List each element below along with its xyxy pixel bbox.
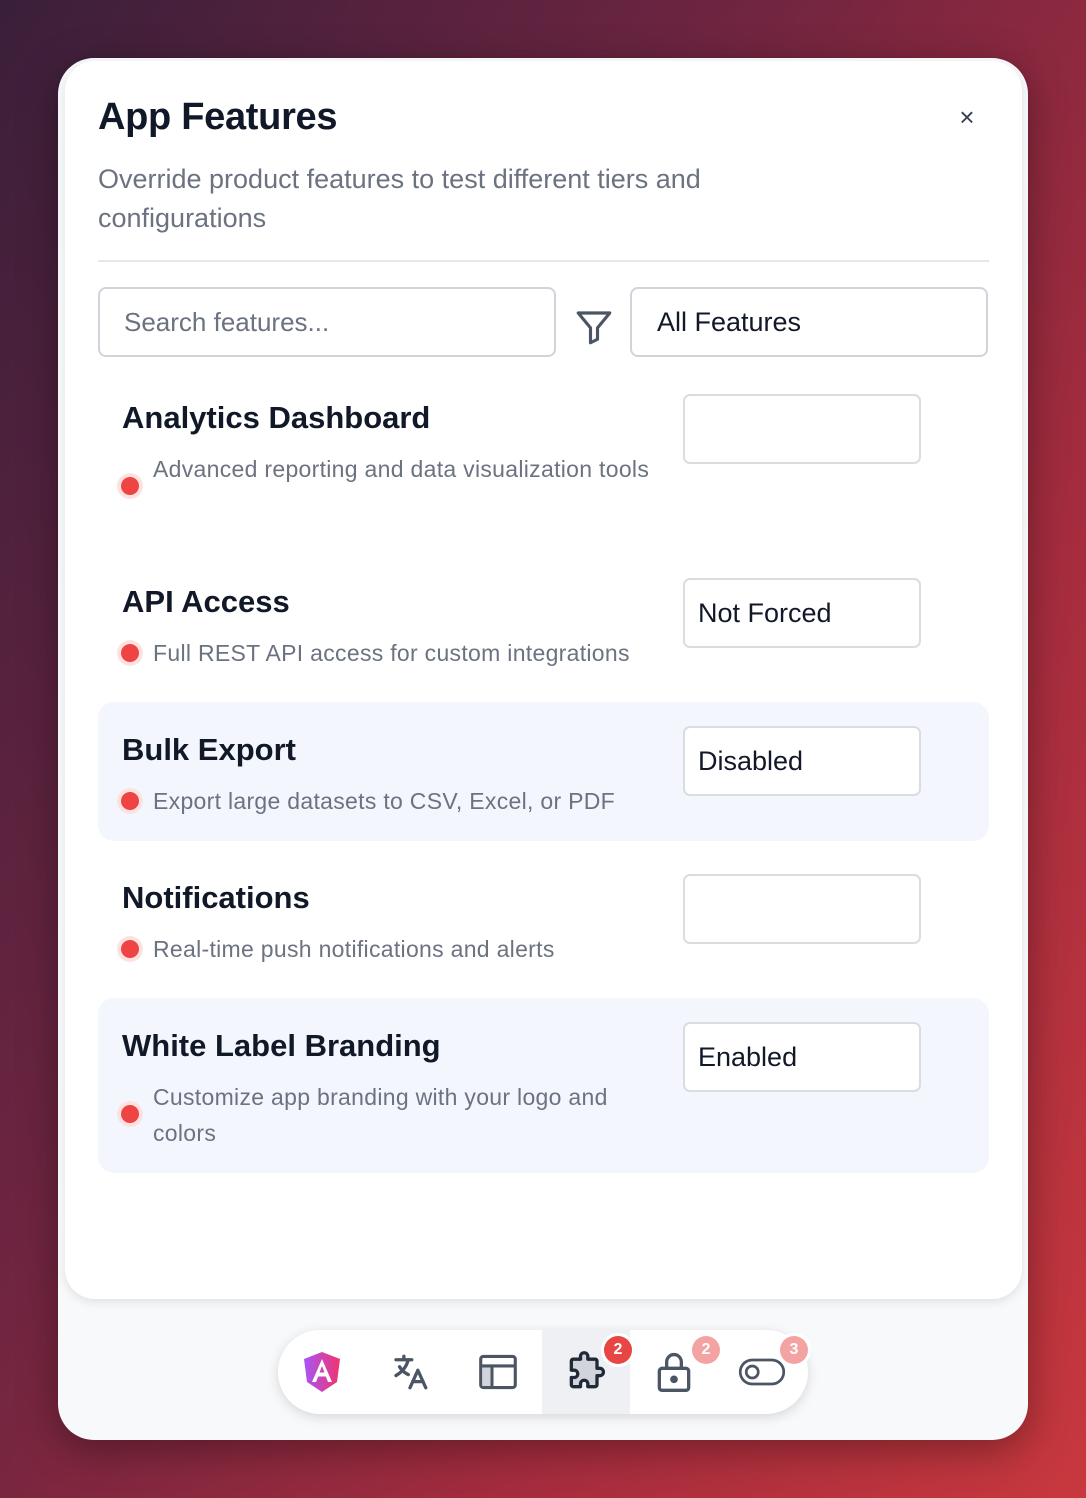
dock-translate-button[interactable] [366,1330,454,1414]
panel-title: App Features [98,96,338,138]
feature-name: Notifications [122,880,310,915]
dock-toggles-button[interactable]: 3 [718,1330,808,1414]
status-dot [121,940,139,958]
feature-name: Analytics Dashboard [122,400,431,435]
status-dot [121,644,139,662]
feature-description: Customize app branding with your logo an… [153,1084,608,1146]
lock-icon [657,1353,691,1392]
translate-icon [394,1354,428,1390]
feature-row-notifications: Notifications Real-time push notificatio… [98,850,989,990]
devtools-dock: 2 2 3 [278,1330,808,1414]
permissions-badge: 2 [692,1336,720,1364]
dock-permissions-button[interactable]: 2 [630,1330,720,1414]
feature-description: Real-time push notifications and alerts [153,936,555,962]
feature-row-analytics-dashboard: Analytics Dashboard Advanced reporting a… [98,376,989,546]
status-dot [121,792,139,810]
feature-description: Export large datasets to CSV, Excel, or … [153,788,616,814]
feature-row-bulk-export: Bulk Export Export large datasets to CSV… [98,702,989,841]
override-select[interactable]: Not Forced [683,578,921,648]
feature-name: Bulk Export [122,732,296,767]
search-input[interactable] [98,287,556,357]
puzzle-icon [569,1351,606,1389]
dock-features-button[interactable]: 2 [542,1330,632,1414]
feature-description: Full REST API access for custom integrat… [153,640,630,666]
feature-name: White Label Branding [122,1028,441,1063]
filter-icon[interactable] [573,306,615,348]
dock-layout-button[interactable] [454,1330,542,1414]
override-select[interactable] [683,394,921,464]
feature-name: API Access [122,584,290,619]
toggles-badge: 3 [780,1336,808,1364]
status-dot [121,477,139,495]
panel-subtitle: Override product features to test differ… [98,164,701,233]
status-dot [121,1105,139,1123]
feature-row-white-label-branding: White Label Branding Customize app brand… [98,998,989,1173]
override-select[interactable]: Disabled [683,726,921,796]
toggle-icon [738,1358,786,1386]
feature-row-api-access: API Access Full REST API access for cust… [98,560,989,690]
override-select[interactable]: Enabled [683,1022,921,1092]
divider [98,260,989,262]
dock-angular-button[interactable] [278,1330,366,1414]
layout-icon [479,1354,517,1390]
features-badge: 2 [604,1336,632,1364]
angular-logo-icon [304,1352,340,1392]
override-select[interactable] [683,874,921,944]
close-icon[interactable]: × [950,100,984,134]
feature-description: Advanced reporting and data visualizatio… [153,456,650,482]
feature-filter-select[interactable]: All Features [630,287,988,357]
